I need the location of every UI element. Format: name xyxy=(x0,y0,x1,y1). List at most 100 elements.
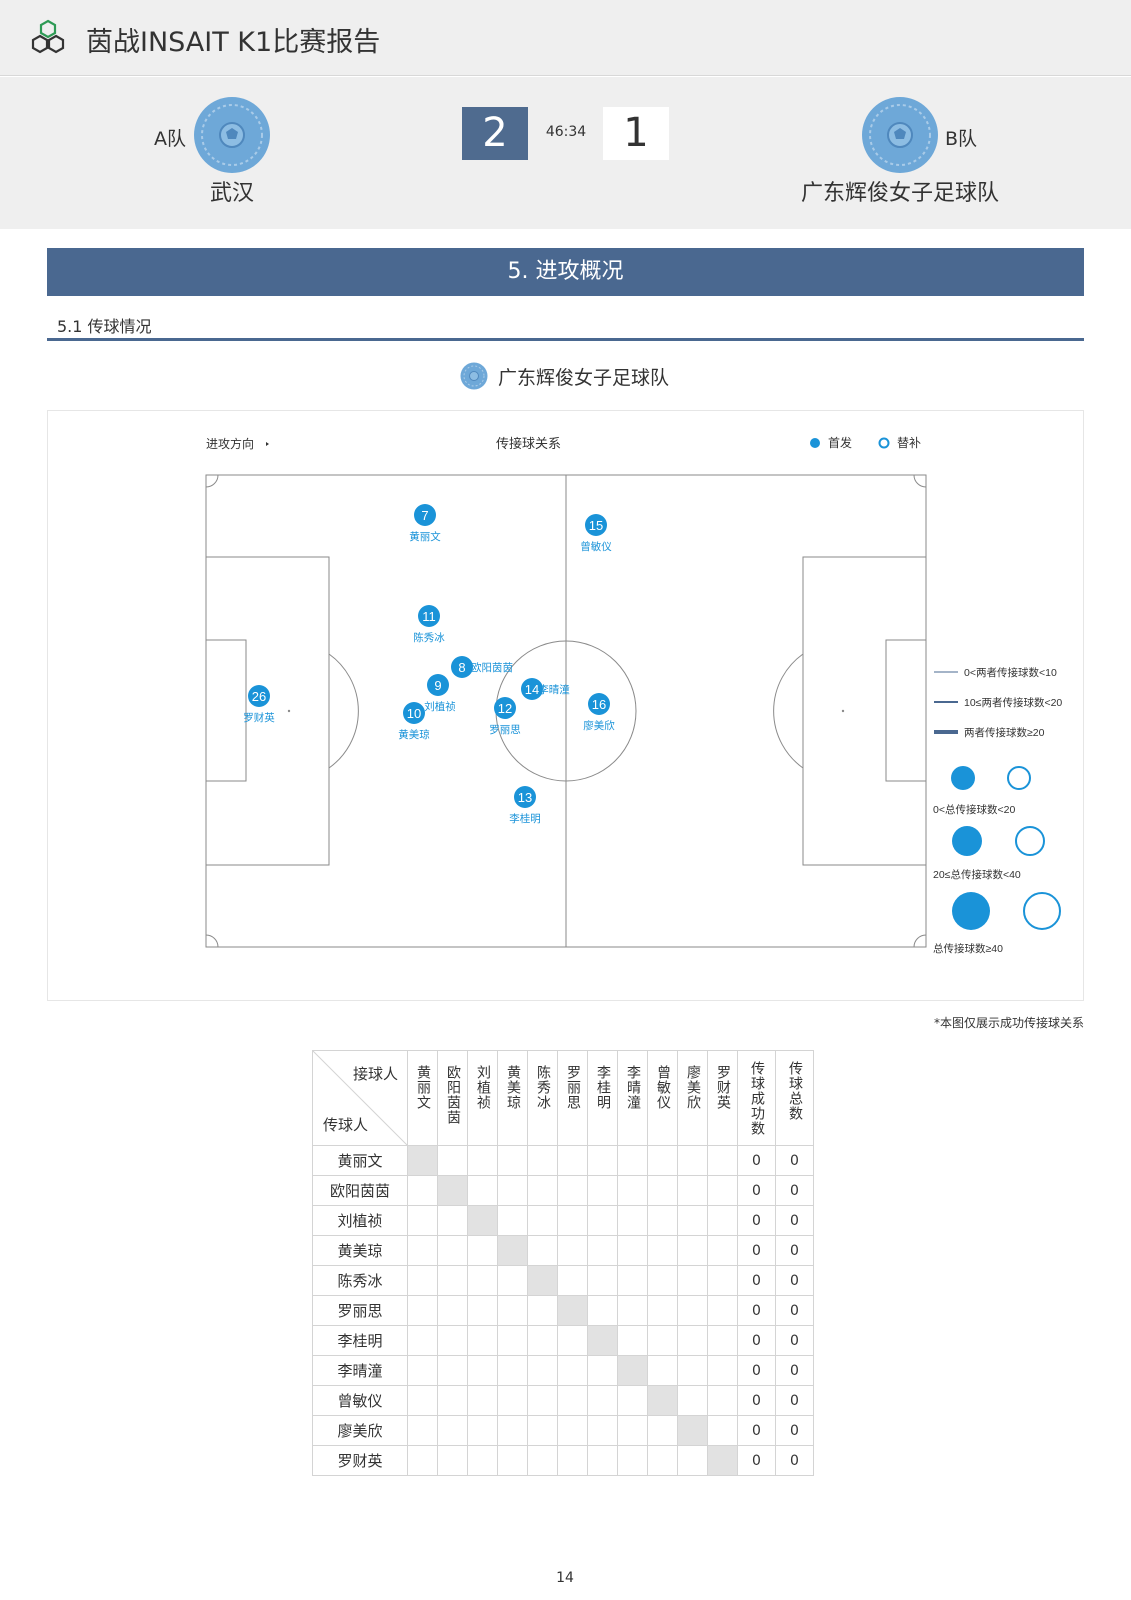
matrix-cell xyxy=(407,1265,438,1296)
matrix-row-header: 李晴潼 xyxy=(312,1355,408,1386)
matrix-cell xyxy=(587,1205,618,1236)
matrix-cell xyxy=(587,1145,618,1176)
matrix-cell xyxy=(437,1355,468,1386)
matrix-cell xyxy=(407,1325,438,1356)
pass-network-title: 传接球关系 xyxy=(496,436,561,451)
matrix-col-label: 李晴潼 xyxy=(625,1065,641,1110)
matrix-cell xyxy=(617,1265,648,1296)
matrix-cell xyxy=(617,1175,648,1206)
player-number: 7 xyxy=(421,508,428,523)
matrix-total-value: 0 xyxy=(775,1295,814,1326)
matrix-row-header: 黄美琼 xyxy=(312,1235,408,1266)
matrix-row-header: 黄丽文 xyxy=(312,1145,408,1176)
player-name: 李晴潼 xyxy=(538,683,570,696)
matrix-col-label: 陈秀冰 xyxy=(535,1065,551,1110)
matrix-cell xyxy=(407,1175,438,1206)
matrix-success-value: 0 xyxy=(737,1175,776,1206)
matrix-row-header: 罗丽思 xyxy=(312,1295,408,1326)
matrix-total-value: 0 xyxy=(775,1175,814,1206)
starter-legend-label: 首发 xyxy=(828,435,852,450)
matrix-cell xyxy=(527,1205,558,1236)
matrix-col-header: 陈秀冰 xyxy=(527,1050,558,1146)
pass-matrix: 接球人 传球人 黄丽文 欧阳茵茵 刘植祯 黄美琼 陈秀冰 罗丽思 李桂明 李晴潼 曾敏仪 廖美欣罗… xyxy=(312,1050,814,1476)
matrix-total-value: 0 xyxy=(775,1205,814,1236)
line-legend-label-3: 两者传接球数≥20 xyxy=(964,726,1045,739)
attack-direction-arrow-icon xyxy=(266,442,269,446)
player-name: 廖美欣 xyxy=(583,719,615,732)
matrix-cell xyxy=(527,1415,558,1446)
player-name: 罗财英 xyxy=(243,711,275,724)
matrix-cell xyxy=(557,1235,588,1266)
player-marker: 26 罗财英 xyxy=(243,685,275,724)
matrix-cell xyxy=(647,1355,678,1386)
matrix-cell xyxy=(467,1205,498,1236)
matrix-cell xyxy=(557,1265,588,1296)
player-marker: 16 廖美欣 xyxy=(583,693,615,732)
matrix-cell xyxy=(437,1325,468,1356)
player-number: 26 xyxy=(252,689,266,704)
matrix-cell xyxy=(407,1385,438,1416)
home-team-tag: A队 xyxy=(154,128,186,150)
matrix-cell xyxy=(617,1415,648,1446)
player-marker: 15 曾敏仪 xyxy=(580,514,612,553)
matrix-cell xyxy=(647,1325,678,1356)
player-marker: 14 李晴潼 xyxy=(521,678,570,700)
size-legend-large-starter xyxy=(952,892,990,930)
matrix-cell xyxy=(677,1205,708,1236)
home-team-name: 武汉 xyxy=(209,181,254,206)
matrix-cell xyxy=(677,1385,708,1416)
matrix-cell xyxy=(587,1295,618,1326)
home-score: 2 xyxy=(462,107,528,160)
matrix-cell xyxy=(467,1415,498,1446)
player-name: 欧阳茵茵 xyxy=(471,662,513,674)
matrix-row: 李桂明 0 0 xyxy=(312,1325,814,1356)
matrix-total-value: 0 xyxy=(775,1265,814,1296)
matrix-col-label: 欧阳茵茵 xyxy=(445,1065,461,1125)
matrix-total-value: 0 xyxy=(775,1235,814,1266)
matrix-cell xyxy=(647,1205,678,1236)
matrix-row-header: 李桂明 xyxy=(312,1325,408,1356)
matrix-cell xyxy=(707,1145,738,1176)
matrix-row: 黄美琼 0 0 xyxy=(312,1235,814,1266)
matrix-cell xyxy=(467,1445,498,1476)
home-crest-icon xyxy=(194,97,270,173)
matrix-cell xyxy=(707,1355,738,1386)
matrix-cell xyxy=(407,1205,438,1236)
matrix-cell xyxy=(557,1295,588,1326)
size-legend-medium-sub xyxy=(1015,826,1045,856)
away-team-tag: B队 xyxy=(945,128,978,150)
matrix-total-value: 0 xyxy=(775,1145,814,1176)
matrix-col-header: 罗财英 xyxy=(707,1050,738,1146)
matrix-cell xyxy=(407,1295,438,1326)
matrix-cell xyxy=(437,1385,468,1416)
matrix-col-header: 刘植祯 xyxy=(467,1050,498,1146)
matrix-row: 刘植祯 0 0 xyxy=(312,1205,814,1236)
matrix-cell xyxy=(467,1295,498,1326)
matrix-success-value: 0 xyxy=(737,1295,776,1326)
matrix-cell xyxy=(467,1325,498,1356)
matrix-cell xyxy=(527,1175,558,1206)
matrix-cell xyxy=(587,1265,618,1296)
matrix-cell xyxy=(467,1145,498,1176)
matrix-cell xyxy=(647,1145,678,1176)
player-number: 12 xyxy=(498,701,512,716)
matrix-cell xyxy=(527,1445,558,1476)
section-title: 5. 进攻概况 xyxy=(47,248,1084,296)
matrix-col-header: 曾敏仪 xyxy=(647,1050,678,1146)
away-crest-icon xyxy=(862,97,938,173)
matrix-cell xyxy=(677,1145,708,1176)
pass-network-panel: 进攻方向 传接球关系 首发 替补 7 黄丽文 15 曾敏仪 11 陈秀冰 8 欧阳茵茵 9 刘植祯… xyxy=(47,410,1084,1001)
matrix-cell xyxy=(437,1265,468,1296)
player-number: 13 xyxy=(518,790,532,805)
player-name: 黄美琼 xyxy=(398,728,430,741)
matrix-cell xyxy=(677,1265,708,1296)
matrix-cell xyxy=(557,1145,588,1176)
player-number: 16 xyxy=(592,697,606,712)
hexagon-logo-icon xyxy=(31,19,65,54)
matrix-row: 罗财英 0 0 xyxy=(312,1445,814,1476)
matrix-cell xyxy=(497,1355,528,1386)
top-bar: 茵战INSAIT K1比赛报告 xyxy=(0,0,1131,76)
match-time: 46:34 xyxy=(545,124,587,140)
matrix-cell xyxy=(677,1355,708,1386)
report-title: 茵战INSAIT K1比赛报告 xyxy=(86,27,381,58)
